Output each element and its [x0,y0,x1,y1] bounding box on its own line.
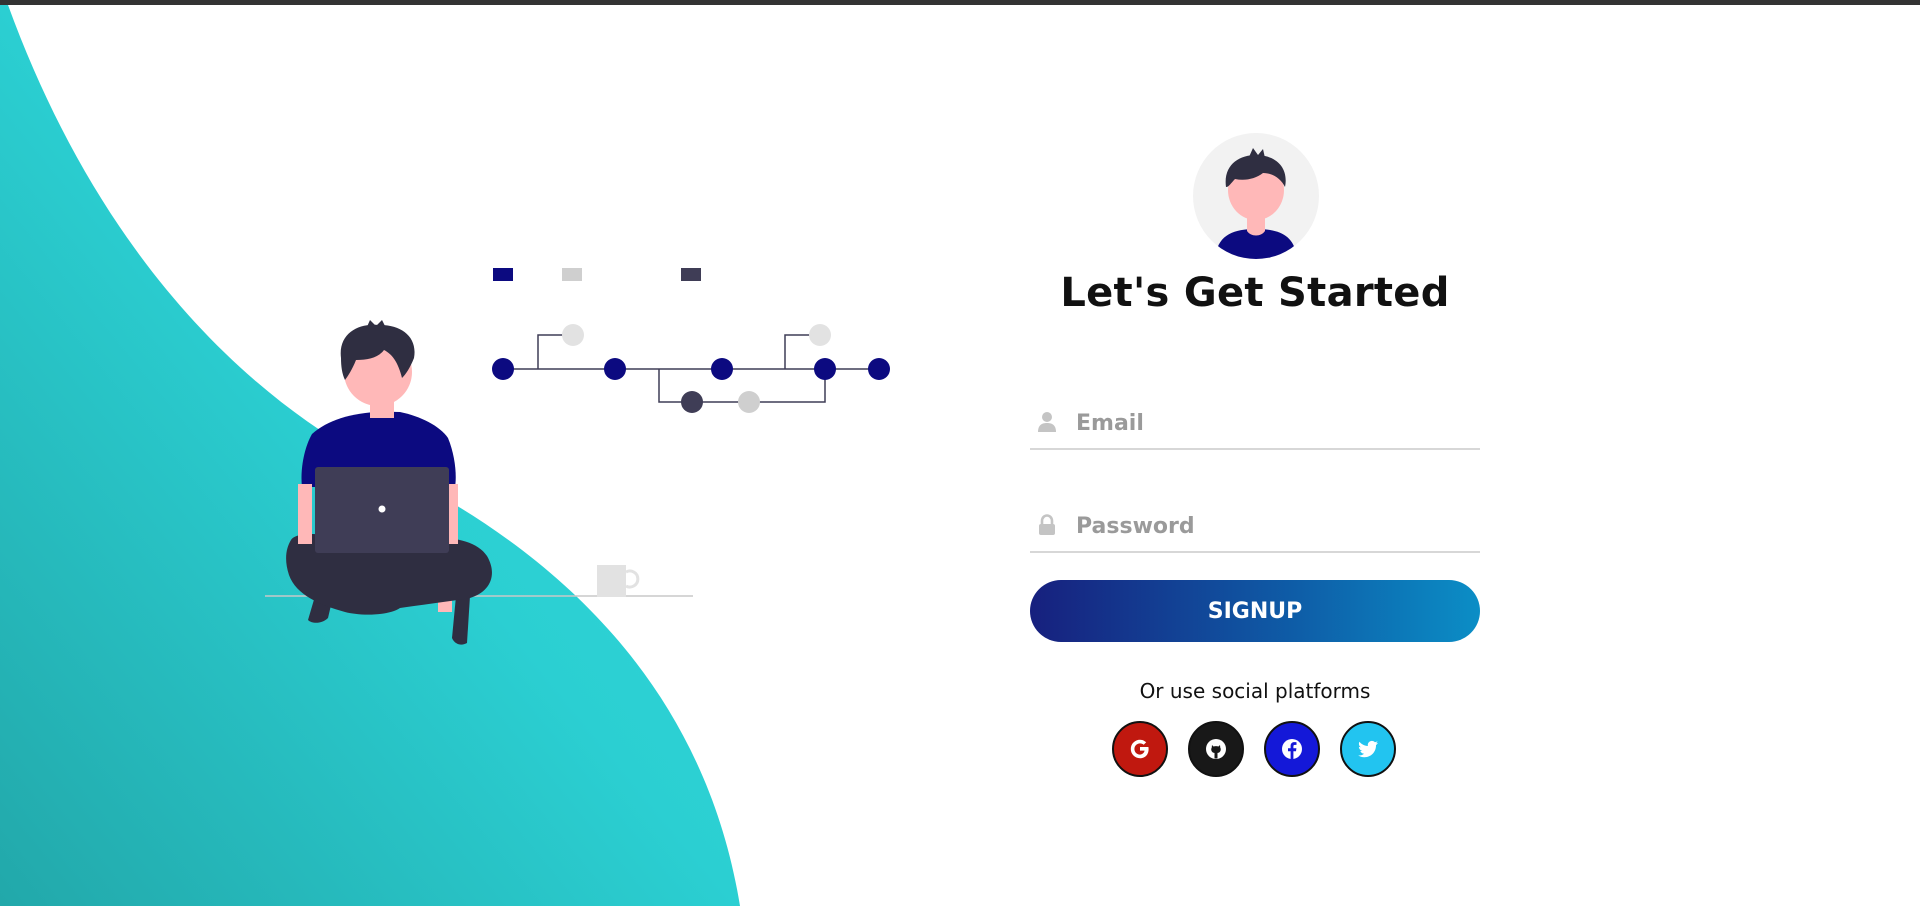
email-field-row [1030,398,1480,450]
user-icon [1038,412,1056,432]
laptop-icon [315,467,449,553]
facebook-icon [1282,739,1302,759]
password-field-row [1030,501,1480,553]
twitter-button[interactable] [1340,721,1396,777]
facebook-button[interactable] [1264,721,1320,777]
timeline-icon [492,268,890,413]
google-button[interactable] [1112,721,1168,777]
signup-button[interactable]: SIGNUP [1030,580,1480,642]
social-platforms-text: Or use social platforms [1139,679,1371,703]
mug-icon [597,565,640,597]
person-with-laptop-illustration [265,268,890,645]
twitter-icon [1358,740,1378,758]
google-icon [1130,739,1149,759]
github-button[interactable] [1188,721,1244,777]
person-icon [286,320,492,645]
lock-icon [1039,514,1055,535]
user-avatar-icon [1193,133,1319,259]
github-icon [1206,739,1226,759]
email-input[interactable] [1074,404,1478,442]
password-input[interactable] [1074,507,1478,545]
page-title: Let's Get Started [1060,270,1450,316]
social-buttons [1112,721,1412,781]
